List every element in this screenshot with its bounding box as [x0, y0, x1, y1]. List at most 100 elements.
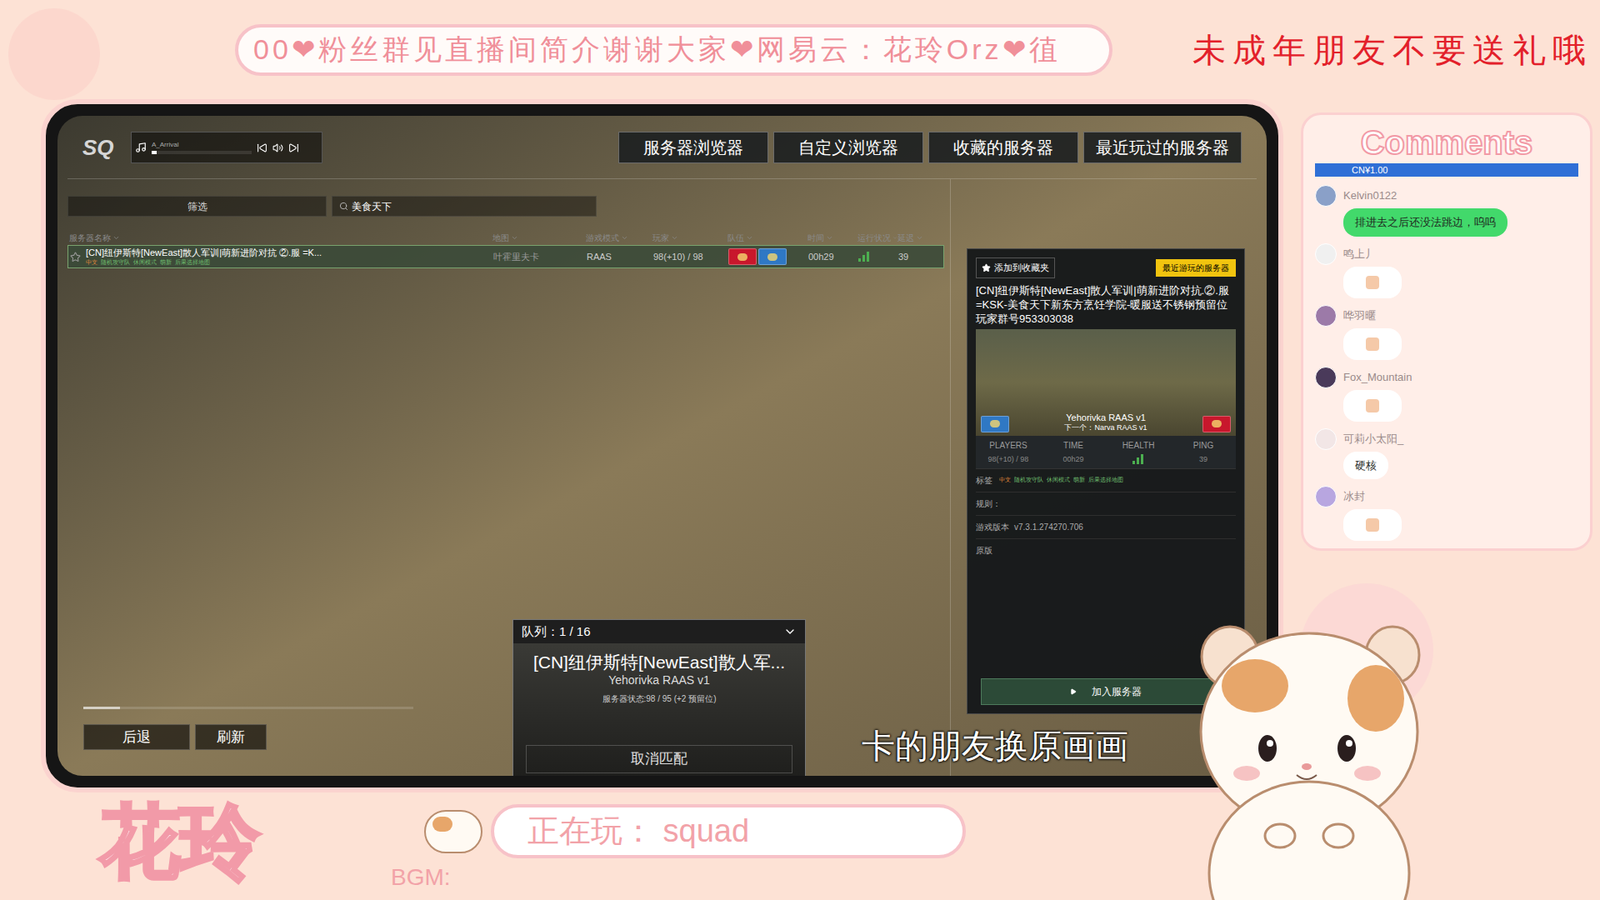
favorite-icon[interactable] [70, 251, 81, 263]
next-icon[interactable] [288, 142, 300, 154]
column-header[interactable]: 游戏模式 [585, 231, 653, 245]
comment: 可莉小太阳_硬核 [1315, 428, 1579, 480]
tab[interactable]: 最近玩过的服务器 [1083, 131, 1242, 164]
subtitle: 卡的朋友换原画画 [861, 720, 1129, 771]
column-header[interactable]: 运行状况 [857, 231, 898, 245]
comment: 冰封 [1315, 485, 1579, 541]
bgm-label: BGM: [390, 865, 966, 890]
queue-server: [CN]纽伊斯特[NewEast]散人军... [533, 651, 785, 674]
back-button[interactable]: 后退 [83, 724, 190, 750]
previous-icon[interactable] [256, 142, 268, 154]
music-player: A_Arrival [130, 131, 323, 164]
sort-icon [745, 234, 754, 242]
collapse-icon[interactable] [783, 625, 797, 639]
avatar[interactable] [1315, 305, 1337, 327]
column-header[interactable]: 地图 [492, 231, 586, 245]
column-header[interactable]: 延迟 [897, 231, 936, 245]
track-progress[interactable] [151, 150, 252, 155]
play-icon [1070, 688, 1077, 695]
queue-map: Yehorivka RAAS v1 [608, 673, 710, 688]
tag: 萌新 [160, 258, 172, 266]
add-favorite-button[interactable]: 添加到收藏夹 [975, 257, 1055, 279]
streamer-logo: 花玲 [100, 795, 391, 888]
server-name: [CN]纽伊斯特[NewEast]散人军训|萌新进阶对抗 ②.服 =K... [85, 247, 322, 259]
rules-row: 规则： [975, 492, 1236, 516]
server-row[interactable]: [CN]纽伊斯特[NewEast]散人军训|萌新进阶对抗 ②.服 =K...中文… [67, 245, 945, 269]
team-flag [758, 248, 787, 265]
search-field[interactable]: 美食天下 [331, 195, 597, 217]
tab[interactable]: 收藏的服务器 [928, 131, 1079, 164]
version-row: 游戏版本v7.3.1.274270.706 [975, 515, 1236, 540]
tag: 随机攻守队 [100, 258, 130, 266]
server-list: 服务器名称地图游戏模式玩家队伍时间运行状况延迟[CN]纽伊斯特[NewEast]… [67, 230, 945, 269]
comment: 哗羽暱 [1315, 305, 1579, 360]
tag: 休闲模式 [1046, 475, 1070, 485]
avatar[interactable] [1315, 428, 1337, 450]
tag: 萌新 [1073, 475, 1085, 485]
load-progress [83, 706, 414, 710]
game-frame: SQ A_Arrival 服务器浏览器自定义浏览器收藏的服务器最近玩过的服务器筛选美… [40, 99, 1284, 793]
stream-overlay: 00❤粉丝群见直播间简介谢谢大家❤网易云：花玲Orz❤徝未成年朋友不要送礼哦SQ… [0, 0, 1600, 900]
health-icon [1132, 454, 1145, 465]
comment-user[interactable]: Kelvin0122 [1343, 187, 1397, 205]
comments-panel: CommentsCN¥1.00 Kelvin0122排进去之后还没法跳边，呜呜鸣上… [1300, 112, 1593, 551]
comment: Fox_Mountain [1315, 366, 1579, 422]
tag-list: 中文随机攻守队休闲模式萌新后果选择地图 [85, 258, 322, 266]
column-header[interactable]: 时间 [807, 231, 858, 245]
column-header[interactable]: 服务器名称 [69, 231, 493, 245]
sticker-bubble [1343, 509, 1402, 541]
map-preview: Yehorivka RAAS v1下一个：Narva RAAS v1 [975, 329, 1236, 436]
comment-user[interactable]: 鸣上丿 [1343, 245, 1376, 263]
filter-row: 筛选美食天下 [67, 195, 950, 217]
sort-icon [892, 234, 898, 242]
volume-icon[interactable] [272, 142, 284, 154]
queue-header[interactable]: 队列：1 / 16 [513, 620, 805, 644]
edition-row: 原版 [975, 539, 1236, 562]
sticker-icon [1365, 399, 1380, 413]
tag: 中文 [999, 475, 1011, 485]
stat: HEALTH [1105, 439, 1171, 466]
team-flag [728, 248, 757, 265]
map-name: Yehorivka RAAS v1 [1065, 412, 1146, 424]
comment: 鸣上丿 [1315, 243, 1579, 299]
column-header[interactable]: 队伍 [727, 231, 808, 245]
avatar[interactable] [1315, 366, 1337, 389]
game-logo: SQ [82, 136, 123, 159]
comment-user[interactable]: 冰封 [1343, 488, 1365, 505]
join-server-button[interactable]: 加入服务器 [980, 678, 1231, 705]
avatar[interactable] [1315, 485, 1337, 508]
next-map: 下一个：Narva RAAS v1 [1064, 423, 1147, 433]
tag-list: 中文随机攻守队休闲模式萌新后果选择地图 [999, 475, 1124, 485]
comment-user[interactable]: Fox_Mountain [1343, 369, 1412, 386]
sticker-bubble [1343, 328, 1402, 360]
table-header: 服务器名称地图游戏模式玩家队伍时间运行状况延迟 [67, 230, 945, 245]
music-icon [135, 141, 147, 154]
server-title: [CN]纽伊斯特[NewEast]散人军训|萌新进阶对抗.②.服 =KSK-美食… [975, 283, 1236, 326]
sort-icon [620, 234, 629, 242]
refresh-button[interactable]: 刷新 [195, 724, 267, 750]
stat: PING39 [1170, 439, 1236, 466]
gift-bar: CN¥1.00 [1315, 163, 1579, 177]
health-icon [858, 251, 870, 262]
comment: Kelvin0122排进去之后还没法跳边，呜呜 [1315, 185, 1579, 237]
server-ping: 39 [898, 250, 937, 265]
queue-popup: 队列：1 / 16 [CN]纽伊斯特[NewEast]散人军...Yehorivk… [512, 619, 806, 776]
track-name: A_Arrival [151, 141, 252, 149]
tags-row: 标签中文随机攻守队休闲模式萌新后果选择地图 [975, 469, 1236, 493]
column-header[interactable]: 玩家 [652, 231, 728, 245]
tab[interactable]: 自定义浏览器 [773, 131, 924, 164]
header: 00❤粉丝群见直播间简介谢谢大家❤网易云：花玲Orz❤徝未成年朋友不要送礼哦 [0, 0, 1600, 100]
tag: 中文 [85, 258, 98, 266]
comments-title: Comments [1315, 121, 1579, 164]
avatar[interactable] [1315, 185, 1337, 207]
filter-button[interactable]: 筛选 [67, 195, 327, 217]
hamster-face-icon [424, 810, 483, 854]
stat: PLAYERS98(+10) / 98 [975, 439, 1041, 466]
team-flag [980, 415, 1010, 433]
comment-user[interactable]: 可莉小太阳_ [1343, 430, 1404, 448]
tab[interactable]: 服务器浏览器 [618, 131, 769, 164]
avatar[interactable] [1315, 243, 1337, 265]
notice: 未成年朋友不要送礼哦 [1192, 25, 1593, 75]
cancel-match-button[interactable]: 取消匹配 [525, 745, 793, 774]
comment-user[interactable]: 哗羽暱 [1343, 307, 1376, 325]
